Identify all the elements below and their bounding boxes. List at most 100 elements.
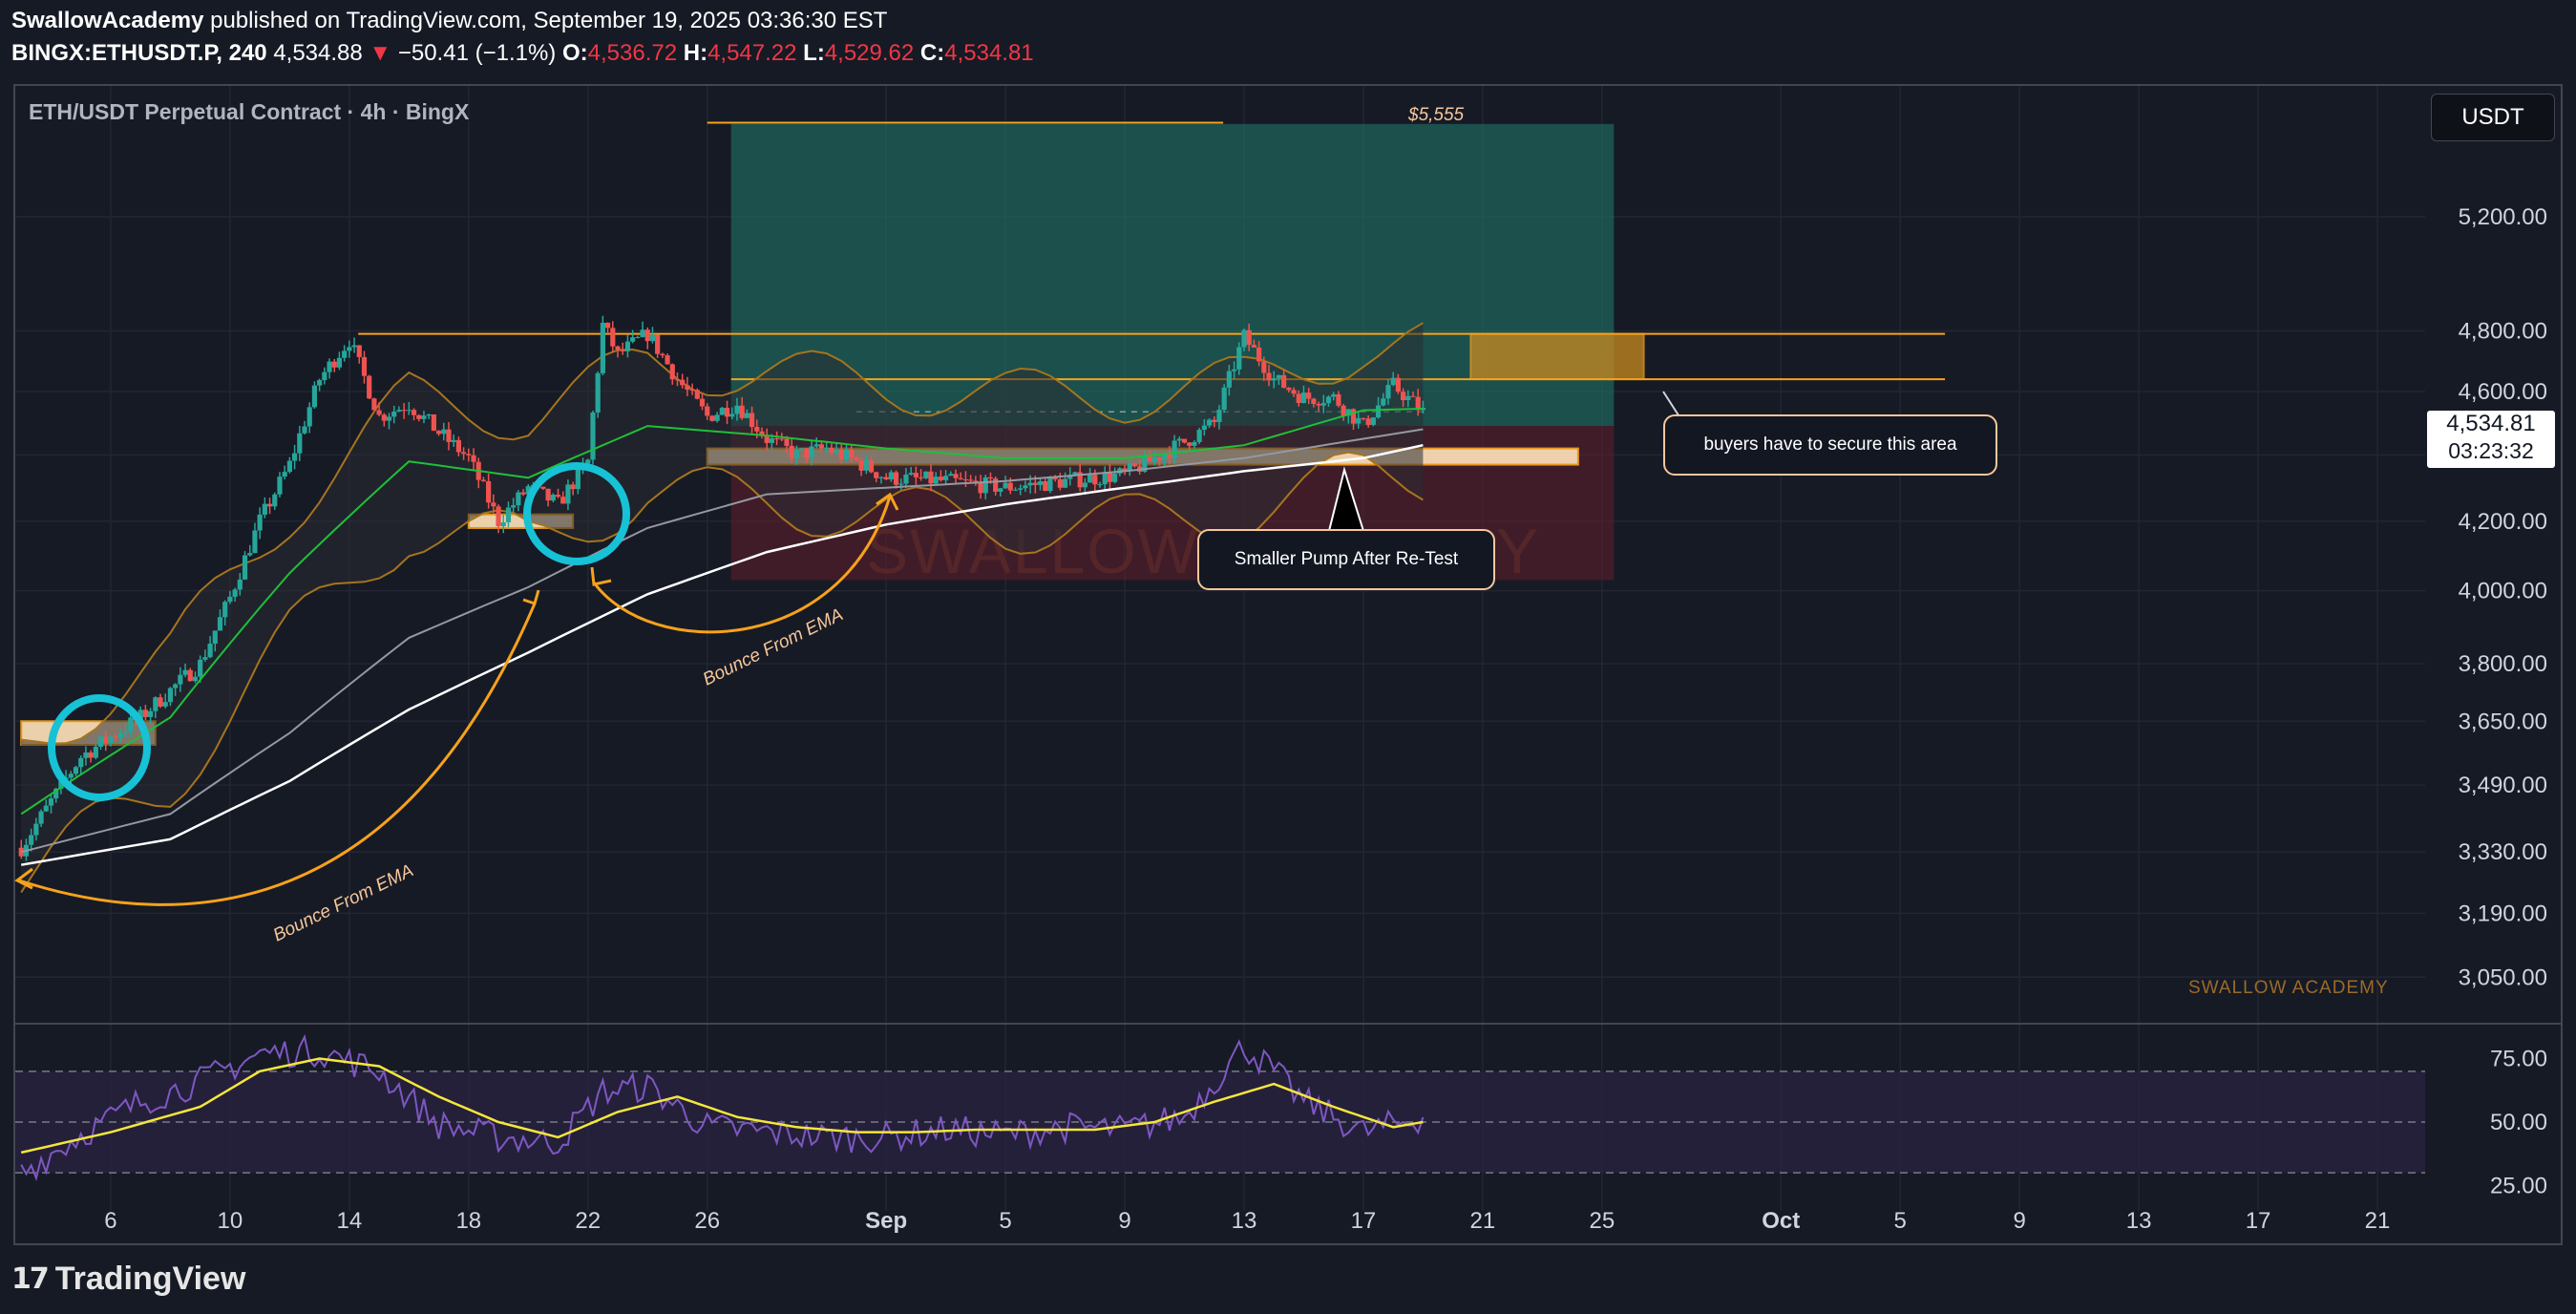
price-tick-label: 3,650.00 (2459, 709, 2547, 734)
candle-body (1082, 482, 1087, 488)
candle-body (117, 732, 123, 738)
time-tick-label: 5 (999, 1208, 1011, 1234)
candle-body (943, 476, 949, 480)
candle-body (610, 328, 616, 347)
candle-body (29, 835, 34, 845)
time-tick-label: 5 (1894, 1208, 1907, 1234)
candle-body (237, 579, 243, 590)
price-tick-label: 3,190.00 (2459, 901, 2547, 926)
candle-body (878, 477, 884, 478)
candle-body (1395, 377, 1401, 392)
candle-body (962, 479, 969, 481)
candle-body (317, 380, 323, 386)
candle-body (68, 774, 74, 778)
candle-body (291, 453, 298, 461)
candle-body (351, 345, 357, 348)
candle-body (247, 553, 253, 556)
candle-body (178, 674, 183, 685)
candle-body (1405, 395, 1411, 401)
candle-body (158, 697, 163, 707)
candle-body (327, 361, 332, 372)
candle-body (982, 477, 988, 494)
candle-body (1256, 347, 1262, 362)
candle-body (262, 503, 267, 515)
candle-body (938, 477, 944, 480)
candle-body (198, 659, 203, 677)
candle-body (849, 449, 855, 458)
candle-body (1192, 441, 1197, 446)
chart-legend[interactable]: ETH/USDT Perpetual Contract · 4h · BingX (29, 99, 469, 125)
candle-body (182, 669, 188, 675)
candle-body (486, 480, 492, 503)
candle-body (1131, 463, 1138, 467)
candle-body (993, 478, 999, 492)
candle-body (257, 514, 263, 531)
candle-body (1320, 403, 1326, 406)
candle-body (739, 405, 745, 418)
candle-body (923, 471, 929, 478)
candle-body (1216, 410, 1222, 422)
candle-body (451, 439, 456, 442)
candle-body (461, 452, 467, 455)
candle-body (1246, 329, 1252, 346)
candle-body (754, 427, 760, 432)
candle-body (1012, 489, 1019, 491)
candle-body (1181, 438, 1188, 443)
candle-body (1062, 478, 1068, 488)
candle-body (1291, 390, 1297, 394)
candle-body (232, 589, 238, 597)
chart-canvas[interactable]: SWALLOW ACADEMY 75.00 50.00 25.00 5,200.00… (0, 0, 2576, 1314)
candle-body (624, 341, 631, 351)
candle-body (162, 702, 168, 707)
tradingview-logo-icon: 17 (11, 1262, 50, 1296)
candle-body (1151, 456, 1157, 461)
price-tick-label: 5,200.00 (2459, 204, 2547, 230)
candle-body (1365, 418, 1371, 425)
candle-body (719, 408, 725, 415)
price-tick-label: 4,000.00 (2459, 579, 2547, 604)
candle-body (1400, 392, 1406, 401)
candle-body (367, 375, 372, 399)
buyers-callout[interactable]: buyers have to secure this area (1663, 414, 1997, 476)
candle-body (167, 688, 174, 703)
candle-body (868, 460, 875, 473)
candle-body (575, 467, 581, 490)
candle-body (615, 346, 621, 350)
candle-body (1266, 372, 1272, 381)
candle-body (829, 447, 834, 453)
candle-body (555, 495, 561, 498)
candle-body (1300, 392, 1307, 404)
candle-body (97, 736, 104, 747)
bounce-label-2: Bounce From EMA (700, 604, 846, 689)
candle-body (769, 438, 774, 443)
candle-body (1212, 419, 1217, 422)
price-tick-label: 3,050.00 (2459, 964, 2547, 990)
candle-body (1336, 393, 1341, 406)
pump-callout[interactable]: Smaller Pump After Re-Test (1197, 529, 1495, 590)
candle-body (1271, 378, 1277, 381)
candle-body (371, 398, 377, 411)
candle-body (729, 413, 735, 417)
candle-body (1156, 456, 1163, 461)
candle-body (88, 752, 94, 758)
candle-body (928, 471, 934, 484)
candle-body (331, 361, 337, 368)
candle-body (1325, 396, 1332, 404)
candle-body (968, 479, 974, 481)
candle-body (1341, 405, 1346, 416)
candle-body (33, 823, 39, 836)
tradingview-brand: TradingView (54, 1261, 246, 1297)
candle-body (421, 415, 427, 419)
candle-body (1331, 393, 1337, 397)
tradingview-footer[interactable]: 17 TradingView (11, 1261, 245, 1298)
candle-body (252, 530, 258, 554)
candle-body (446, 429, 452, 442)
price-tick-label: 3,800.00 (2459, 651, 2547, 677)
candle-body (933, 477, 939, 484)
time-tick-label: Oct (1762, 1208, 1800, 1234)
candle-body (694, 390, 700, 399)
candle-body (1375, 405, 1382, 418)
candle-body (431, 413, 436, 432)
currency-button[interactable]: USDT (2431, 94, 2555, 141)
candle-body (396, 410, 402, 412)
